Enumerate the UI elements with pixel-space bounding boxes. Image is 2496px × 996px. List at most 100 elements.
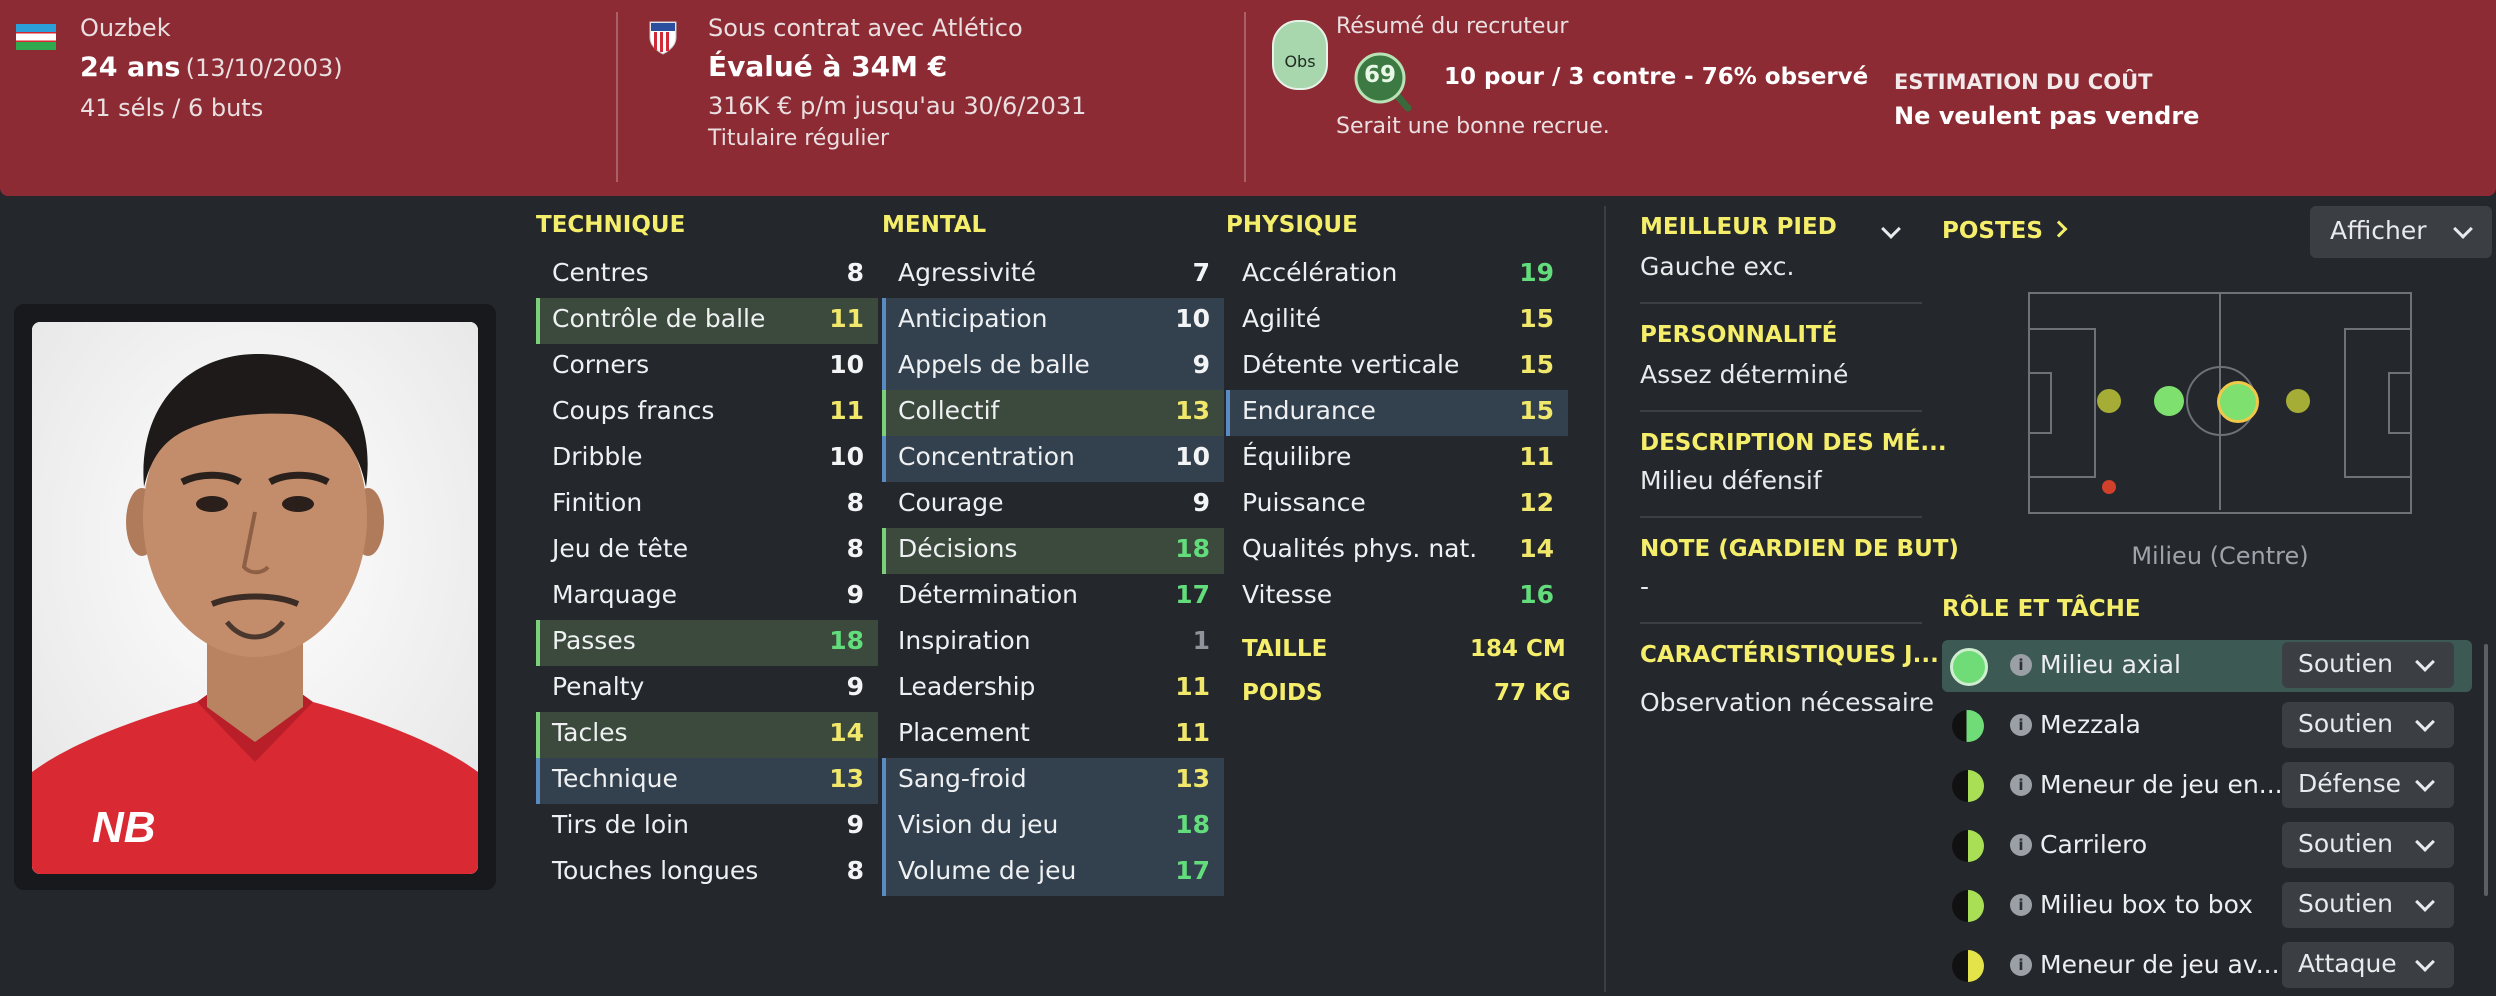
info-icon[interactable]: i [2010,834,2032,856]
physique-title: PHYSIQUE [1226,212,1358,238]
position-dot-unsuitable[interactable] [2102,480,2116,494]
attribute-row[interactable]: Concentration 10 [882,436,1224,482]
display-dropdown[interactable]: Afficher [2310,206,2492,258]
attribute-row[interactable]: Décisions 18 [882,528,1224,574]
attribute-row[interactable]: Détermination 17 [882,574,1224,620]
attribute-row[interactable]: Technique 13 [536,758,878,804]
attribute-label: Touches longues [552,856,759,885]
attribute-row[interactable]: Coups francs 11 [536,390,878,436]
attribute-label: Technique [552,764,678,793]
role-row[interactable]: i Mezzala Soutien [1942,700,2472,752]
role-row[interactable]: i Milieu box to box Soutien [1942,880,2472,932]
attribute-label: Décisions [898,534,1018,563]
duty-dropdown[interactable]: Soutien [2282,702,2454,748]
info-icon[interactable]: i [2010,714,2032,736]
role-name: Milieu axial [2040,650,2181,679]
duty-dropdown[interactable]: Attaque [2282,942,2454,988]
duty-dropdown[interactable]: Défense [2282,762,2454,808]
position-dot[interactable] [2154,386,2184,416]
role-row[interactable]: i Meneur de jeu av... Attaque [1942,940,2472,992]
attribute-label: Placement [898,718,1030,747]
media-description-title: DESCRIPTION DES MÉ... [1640,430,1947,456]
attribute-row[interactable]: Leadership 11 [882,666,1224,712]
attribute-row[interactable]: Dribble 10 [536,436,878,482]
atletico-crest-icon[interactable] [648,20,678,56]
duty-dropdown[interactable]: Soutien [2282,882,2454,928]
attribute-label: Corners [552,350,650,379]
role-row[interactable]: i Meneur de jeu en... Défense [1942,760,2472,812]
attribute-row[interactable]: Contrôle de balle 11 [536,298,878,344]
attribute-label: Agilité [1242,304,1321,333]
attribute-row[interactable]: Collectif 13 [882,390,1224,436]
info-icon[interactable]: i [2010,774,2032,796]
attribute-row[interactable]: Marquage 9 [536,574,878,620]
attribute-value: 18 [829,626,864,655]
info-icon[interactable]: i [2010,894,2032,916]
roles-scrollbar[interactable] [2484,644,2488,896]
attribute-row[interactable]: Vitesse 16 [1226,574,1568,620]
attribute-row[interactable]: Corners 10 [536,344,878,390]
attribute-row[interactable]: Tacles 14 [536,712,878,758]
scout-badge[interactable]: Obs [1272,20,1328,90]
attribute-row[interactable]: Équilibre 11 [1226,436,1568,482]
attribute-row[interactable]: Finition 8 [536,482,878,528]
scout-comment: Serait une bonne recrue. [1336,114,1610,139]
info-icon[interactable]: i [2010,954,2032,976]
attribute-row[interactable]: Tirs de loin 9 [536,804,878,850]
attribute-row[interactable]: Sang-froid 13 [882,758,1224,804]
chevron-down-icon [2415,712,2435,732]
caps-goals: 41 séls / 6 buts [80,94,264,122]
attribute-row[interactable]: Volume de jeu 17 [882,850,1224,896]
attribute-row[interactable]: Agilité 15 [1226,298,1568,344]
duty-label: Soutien [2298,709,2393,738]
attribute-row[interactable]: Inspiration 1 [882,620,1224,666]
attribute-row[interactable]: Penalty 9 [536,666,878,712]
attribute-value: 9 [1192,350,1210,379]
chevron-down-icon[interactable] [1880,219,1901,242]
attribute-row[interactable]: Puissance 12 [1226,482,1568,528]
position-dot[interactable] [2286,389,2310,413]
player-traits-value: Observation nécessaire [1640,688,1934,717]
role-name: Carrilero [2040,830,2148,859]
attribute-value: 7 [1192,258,1210,287]
attribute-label: Volume de jeu [898,856,1077,885]
attribute-row[interactable]: Qualités phys. nat. 14 [1226,528,1568,574]
player-traits-title: CARACTÉRISTIQUES J... [1640,642,1939,668]
attribute-value: 15 [1519,396,1554,425]
duty-dropdown[interactable]: Soutien [2282,642,2454,688]
attribute-row[interactable]: Agressivité 7 [882,252,1224,298]
contract-status[interactable]: Sous contrat avec Atlético [708,14,1023,42]
attribute-value: 8 [846,488,864,517]
attribute-value: 17 [1175,580,1210,609]
attribute-value: 9 [846,810,864,839]
attribute-label: Jeu de tête [552,534,689,563]
attribute-row[interactable]: Centres 8 [536,252,878,298]
attribute-row[interactable]: Accélération 19 [1226,252,1568,298]
roles-title: RÔLE ET TÂCHE [1942,596,2141,622]
duty-dropdown[interactable]: Soutien [2282,822,2454,868]
attribute-row[interactable]: Courage 9 [882,482,1224,528]
attribute-row[interactable]: Placement 11 [882,712,1224,758]
position-dot-current[interactable] [2217,381,2259,423]
attribute-row[interactable]: Endurance 15 [1226,390,1568,436]
info-icon[interactable]: i [2010,654,2032,676]
role-row[interactable]: i Carrilero Soutien [1942,820,2472,872]
attribute-row[interactable]: Appels de balle 9 [882,344,1224,390]
pitch-goal-box-left [2028,372,2052,434]
position-dot[interactable] [2097,389,2121,413]
attribute-label: Sang-froid [898,764,1027,793]
attribute-value: 1 [1192,626,1210,655]
attribute-value: 11 [1519,442,1554,471]
attribute-row[interactable]: Anticipation 10 [882,298,1224,344]
positions-link[interactable]: POSTES [1942,218,2068,244]
attribute-row[interactable]: Vision du jeu 18 [882,804,1224,850]
attribute-row[interactable]: Touches longues 8 [536,850,878,896]
duty-label: Attaque [2298,949,2397,978]
attribute-row[interactable]: Détente verticale 15 [1226,344,1568,390]
attribute-row[interactable]: Passes 18 [536,620,878,666]
role-row[interactable]: i Milieu axial Soutien [1942,640,2472,692]
scout-summary-title: Résumé du recruteur [1336,14,1569,39]
attribute-label: Dribble [552,442,643,471]
attribute-row[interactable]: Jeu de tête 8 [536,528,878,574]
height-label: TAILLE [1242,636,1328,662]
